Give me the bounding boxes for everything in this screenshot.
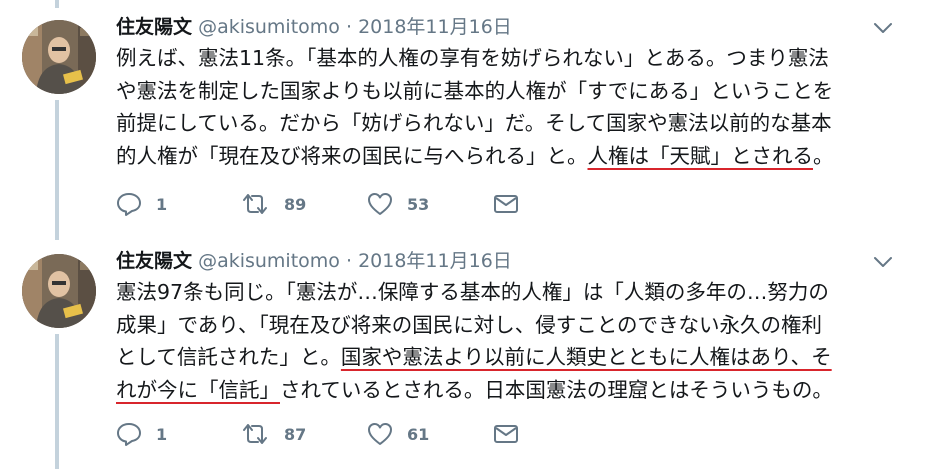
- text-segment: 的人権が「現在及び将来の国民に与へられる」と。: [116, 143, 588, 168]
- reply-count: 1: [156, 194, 168, 214]
- retweet-count: 89: [284, 194, 307, 214]
- tweet-text-line: 前提にしている。だから「妨げられない」だ。そして国家や憲法以前的な基本: [116, 107, 896, 140]
- direct-message-button[interactable]: [493, 189, 519, 219]
- reply-icon: [116, 192, 142, 216]
- reply-button[interactable]: 1: [116, 419, 167, 449]
- tweet-text-line: や憲法を制定した国家よりも以前に基本的人権が「すでにある」ということを: [116, 75, 896, 108]
- tweet-text: 例えば、憲法11条。「基本的人権の享有を妨げられない」とある。つまり憲法 や憲法…: [116, 42, 896, 172]
- chevron-down-icon[interactable]: [872, 254, 894, 270]
- heart-icon: [367, 422, 393, 446]
- like-button[interactable]: 61: [367, 419, 429, 449]
- text-segment: 前提にしている。だから「妨げられない」だ。そして国家や憲法以前的な基本: [116, 111, 832, 135]
- user-handle[interactable]: @akisumitomo: [198, 16, 340, 38]
- thread-line-top: [55, 0, 59, 8]
- tweet-text: 憲法97条も同じ。「憲法が…保障する基本的人権」は「人類の多年の…努力の 成果」…: [116, 276, 896, 406]
- text-segment: 憲法97条も同じ。「憲法が…保障する基本的人権」は「人類の多年の…努力の: [116, 280, 829, 304]
- retweet-icon: [240, 422, 270, 446]
- tweet-text-line: 的人権が「現在及び将来の国民に与へられる」と。人権は「天賦」とされる。: [116, 140, 896, 173]
- text-segment: 。: [813, 143, 834, 168]
- tweet[interactable]: 住友陽文 @akisumitomo · 2018年11月16日 例えば、憲法11…: [0, 12, 930, 232]
- tweet-date[interactable]: 2018年11月16日: [358, 16, 512, 38]
- text-segment: 成果」であり、「現在及び将来の国民に対し、侵すことのできない永久の権利: [116, 312, 823, 337]
- like-count: 61: [407, 424, 430, 444]
- tweet-text-line: 例えば、憲法11条。「基本的人権の享有を妨げられない」とある。つまり憲法: [116, 42, 896, 75]
- user-handle[interactable]: @akisumitomo: [198, 250, 340, 272]
- reply-button[interactable]: 1: [116, 189, 167, 219]
- reply-icon: [116, 422, 142, 446]
- chevron-down-icon[interactable]: [872, 20, 894, 36]
- display-name[interactable]: 住友陽文: [116, 16, 192, 38]
- heart-icon: [367, 192, 393, 216]
- tweet-text-line: として信託された」と。国家や憲法より以前に人類史とともに人権はあり、そ: [116, 341, 896, 374]
- tweet[interactable]: 住友陽文 @akisumitomo · 2018年11月16日 憲法97条も同じ…: [0, 246, 930, 469]
- text-segment: として信託された」と。: [116, 345, 341, 369]
- like-button[interactable]: 53: [367, 189, 429, 219]
- retweet-count: 87: [284, 424, 307, 444]
- tweet-header: 住友陽文 @akisumitomo · 2018年11月16日: [116, 12, 512, 42]
- underlined-text: 人権は「天賦」とされる: [587, 143, 814, 168]
- separator: ·: [345, 250, 353, 272]
- text-segment: や憲法を制定した国家よりも以前に基本的人権が「すでにある」ということを: [116, 78, 834, 103]
- retweet-button[interactable]: 89: [240, 189, 306, 219]
- avatar[interactable]: [22, 20, 96, 94]
- reply-count: 1: [156, 424, 168, 444]
- tweet-date[interactable]: 2018年11月16日: [358, 250, 512, 272]
- tweet-text-line: 憲法97条も同じ。「憲法が…保障する基本的人権」は「人類の多年の…努力の: [116, 276, 896, 309]
- avatar[interactable]: [22, 254, 96, 328]
- tweet-header: 住友陽文 @akisumitomo · 2018年11月16日: [116, 246, 512, 276]
- text-segment: されているとされる。日本国憲法の理窟とはそういうもの。: [280, 377, 833, 402]
- tweet-text-line: れが今に「信託」されているとされる。日本国憲法の理窟とはそういうもの。: [116, 374, 896, 407]
- direct-message-button[interactable]: [493, 419, 519, 449]
- tweet-actions: 1 89 53: [116, 189, 536, 219]
- display-name[interactable]: 住友陽文: [116, 250, 192, 272]
- retweet-button[interactable]: 87: [240, 419, 306, 449]
- underlined-text: れが今に「信託」: [116, 377, 280, 402]
- tweet-actions: 1 87 61: [116, 419, 536, 449]
- underlined-text: 国家や憲法より以前に人類史とともに人権はあり、そ: [340, 345, 832, 369]
- retweet-icon: [240, 192, 270, 216]
- like-count: 53: [407, 194, 430, 214]
- text-segment: 例えば、憲法11条。「基本的人権の享有を妨げられない」とある。つまり憲法: [116, 46, 829, 70]
- envelope-icon: [493, 423, 519, 445]
- tweet-text-line: 成果」であり、「現在及び将来の国民に対し、侵すことのできない永久の権利: [116, 309, 896, 342]
- envelope-icon: [493, 193, 519, 215]
- separator: ·: [345, 16, 353, 38]
